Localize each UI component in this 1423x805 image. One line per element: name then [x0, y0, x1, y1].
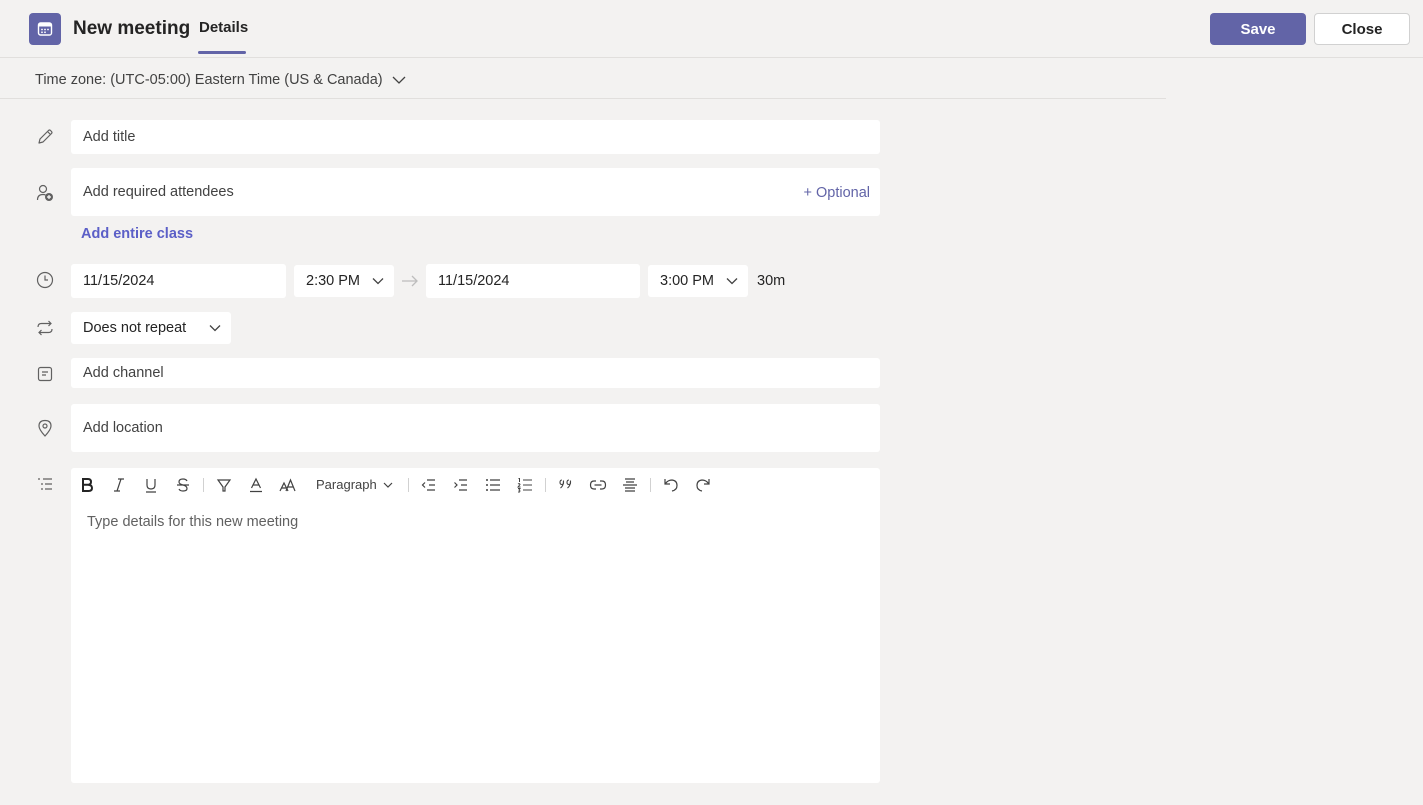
- attendees-input[interactable]: Add required attendees + Optional: [71, 168, 880, 216]
- decrease-indent-icon[interactable]: [420, 476, 438, 494]
- formatting-toolbar: Paragraph: [71, 468, 880, 502]
- duration-label: 30m: [757, 273, 786, 289]
- end-date-input[interactable]: 11/15/2024: [426, 264, 640, 298]
- repeat-dropdown[interactable]: Does not repeat: [71, 312, 231, 344]
- quote-icon[interactable]: [557, 476, 575, 494]
- italic-icon[interactable]: [110, 476, 128, 494]
- calendar-app-icon: [29, 13, 61, 45]
- chevron-down-icon: [726, 278, 738, 285]
- channel-input[interactable]: Add channel: [71, 358, 880, 388]
- link-icon[interactable]: [589, 476, 607, 494]
- details-list-icon: [35, 474, 55, 494]
- bold-icon[interactable]: [78, 476, 96, 494]
- toolbar-divider: [408, 478, 409, 492]
- chevron-down-icon[interactable]: [383, 481, 393, 489]
- pencil-icon: [35, 127, 55, 147]
- timezone-bar: Time zone: (UTC-05:00) Eastern Time (US …: [0, 59, 1166, 99]
- end-time-dropdown[interactable]: 3:00 PM: [648, 265, 748, 297]
- close-button[interactable]: Close: [1314, 13, 1410, 45]
- tab-details[interactable]: Details: [199, 19, 248, 55]
- repeat-icon: [35, 318, 55, 338]
- font-size-icon[interactable]: [279, 476, 297, 494]
- horizontal-rule-icon[interactable]: [621, 476, 639, 494]
- page-title: New meeting: [73, 18, 191, 39]
- add-entire-class-link[interactable]: Add entire class: [81, 226, 193, 242]
- start-date-value: 11/15/2024: [83, 273, 155, 289]
- redo-icon[interactable]: [694, 476, 712, 494]
- repeat-value: Does not repeat: [83, 320, 187, 336]
- optional-attendees-link[interactable]: + Optional: [803, 185, 870, 201]
- title-input[interactable]: Add title: [71, 120, 880, 154]
- font-color-icon[interactable]: [247, 476, 265, 494]
- timezone-selector[interactable]: Time zone: (UTC-05:00) Eastern Time (US …: [35, 72, 383, 88]
- details-editor[interactable]: Paragraph Type details for this new meet…: [71, 468, 880, 783]
- location-pin-icon: [35, 418, 55, 438]
- location-placeholder: Add location: [83, 420, 163, 436]
- clock-icon: [35, 270, 55, 290]
- start-time-value: 2:30 PM: [306, 273, 360, 289]
- save-button[interactable]: Save: [1210, 13, 1306, 45]
- header-bar: New meeting Details Save Close: [0, 0, 1423, 58]
- underline-icon[interactable]: [142, 476, 160, 494]
- undo-icon[interactable]: [662, 476, 680, 494]
- strikethrough-icon[interactable]: [174, 476, 192, 494]
- highlight-icon[interactable]: [215, 476, 233, 494]
- toolbar-divider: [650, 478, 651, 492]
- increase-indent-icon[interactable]: [452, 476, 470, 494]
- end-time-value: 3:00 PM: [660, 273, 714, 289]
- paragraph-format-dropdown[interactable]: Paragraph: [316, 477, 377, 492]
- tab-active-indicator: [198, 51, 246, 54]
- arrow-right-icon: [401, 274, 419, 288]
- chevron-down-icon: [209, 325, 221, 332]
- attendees-placeholder: Add required attendees: [83, 184, 234, 200]
- numbered-list-icon[interactable]: [516, 476, 534, 494]
- start-date-input[interactable]: 11/15/2024: [71, 264, 286, 298]
- chevron-down-icon[interactable]: [391, 72, 407, 88]
- channel-placeholder: Add channel: [83, 365, 164, 381]
- chevron-down-icon: [372, 278, 384, 285]
- end-date-value: 11/15/2024: [438, 273, 510, 289]
- channel-icon: [35, 364, 55, 384]
- toolbar-divider: [203, 478, 204, 492]
- details-placeholder: Type details for this new meeting: [87, 514, 299, 530]
- start-time-dropdown[interactable]: 2:30 PM: [294, 265, 394, 297]
- title-placeholder: Add title: [83, 129, 136, 145]
- location-input[interactable]: Add location: [71, 404, 880, 452]
- bullet-list-icon[interactable]: [484, 476, 502, 494]
- toolbar-divider: [545, 478, 546, 492]
- add-person-icon: [35, 183, 55, 203]
